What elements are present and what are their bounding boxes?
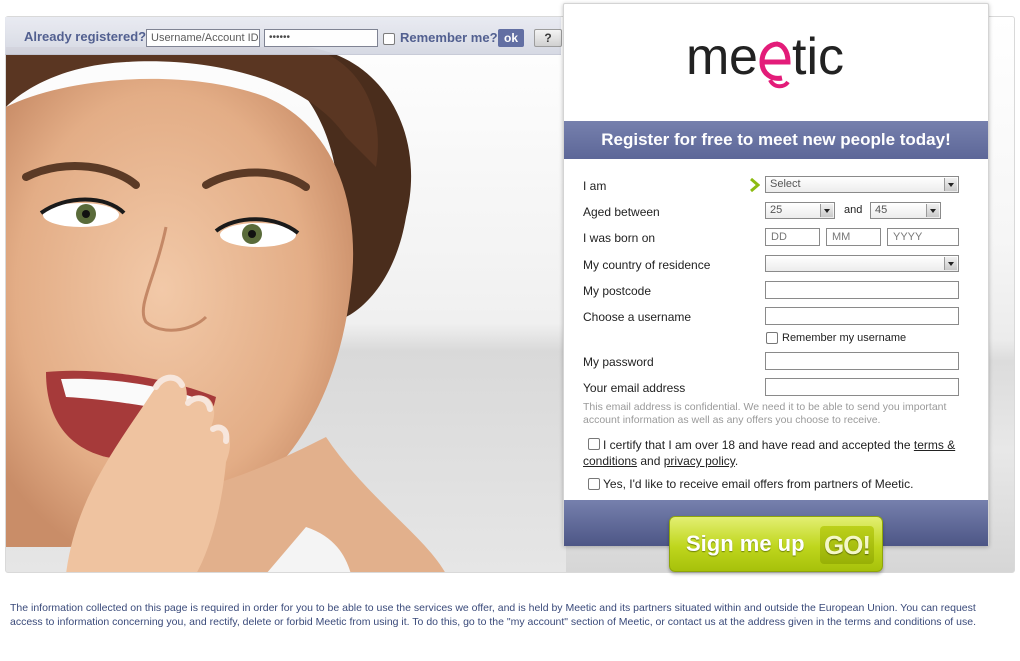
i-am-value: Select [770, 178, 801, 190]
terms-and: and [637, 454, 664, 468]
terms-prefix: I certify that I am over 18 and have rea… [603, 438, 914, 452]
password-field[interactable] [765, 352, 959, 370]
meetic-logo: m e tic [686, 28, 844, 89]
chevron-down-icon [926, 204, 939, 217]
privacy-link[interactable]: privacy policy [664, 454, 735, 468]
remember-username-label: Remember my username [782, 332, 907, 344]
page: Already registered? Username/Account ID … [0, 0, 1020, 661]
aged-between-label: Aged between [583, 205, 660, 219]
chevron-down-icon [944, 257, 957, 270]
sign-up-button[interactable]: Sign me up GO! [669, 516, 883, 572]
age-min-select[interactable]: 25 [765, 202, 835, 219]
go-badge: GO! [820, 526, 874, 564]
sign-up-label: Sign me up [686, 531, 805, 556]
remember-me-checkbox[interactable] [383, 33, 395, 45]
hero-photo [6, 17, 566, 572]
country-select[interactable] [765, 255, 959, 272]
username-field[interactable] [765, 307, 959, 325]
age-max-select[interactable]: 45 [870, 202, 941, 219]
birth-day-input[interactable]: DD [765, 228, 820, 246]
email-field[interactable] [765, 378, 959, 396]
username-label: Choose a username [583, 310, 692, 324]
terms-text: I certify that I am over 18 and have rea… [583, 437, 975, 469]
remember-me-label: Remember me? [400, 30, 498, 45]
age-min-value: 25 [770, 204, 783, 216]
register-panel: m e tic Register for free to meet new pe… [563, 3, 989, 546]
birth-month-input[interactable]: MM [826, 228, 881, 246]
remember-username-checkbox[interactable] [766, 332, 778, 344]
already-registered-label: Already registered? [24, 29, 147, 44]
register-banner: Register for free to meet new people tod… [564, 121, 988, 159]
postcode-label: My postcode [583, 284, 652, 298]
password-input[interactable]: •••••• [264, 29, 378, 47]
partners-label: Yes, I'd like to receive email offers fr… [603, 477, 914, 491]
email-label: Your email address [583, 381, 686, 395]
partners-checkbox[interactable] [588, 478, 600, 490]
email-note: This email address is confidential. We n… [583, 401, 947, 426]
postcode-input[interactable] [765, 281, 959, 299]
login-ok-button[interactable]: ok [498, 29, 524, 47]
chevron-right-icon [750, 178, 760, 192]
username-input[interactable]: Username/Account ID [146, 29, 260, 47]
country-label: My country of residence [583, 258, 711, 272]
privacy-disclaimer: The information collected on this page i… [10, 602, 976, 628]
password-label: My password [583, 355, 654, 369]
age-max-value: 45 [875, 204, 888, 216]
chevron-down-icon [944, 178, 957, 191]
svg-text:e: e [729, 28, 758, 86]
i-am-select[interactable]: Select [765, 176, 959, 193]
i-am-label: I am [583, 179, 607, 193]
svg-text:m: m [686, 28, 729, 86]
born-on-label: I was born on [583, 231, 656, 245]
svg-text:tic: tic [792, 28, 844, 86]
help-button[interactable]: ? [534, 29, 562, 47]
chevron-down-icon [820, 204, 833, 217]
terms-suffix: . [734, 454, 739, 468]
birth-year-input[interactable]: YYYY [887, 228, 959, 246]
and-label: and [844, 204, 863, 216]
login-bar: Already registered? Username/Account ID … [5, 17, 562, 55]
